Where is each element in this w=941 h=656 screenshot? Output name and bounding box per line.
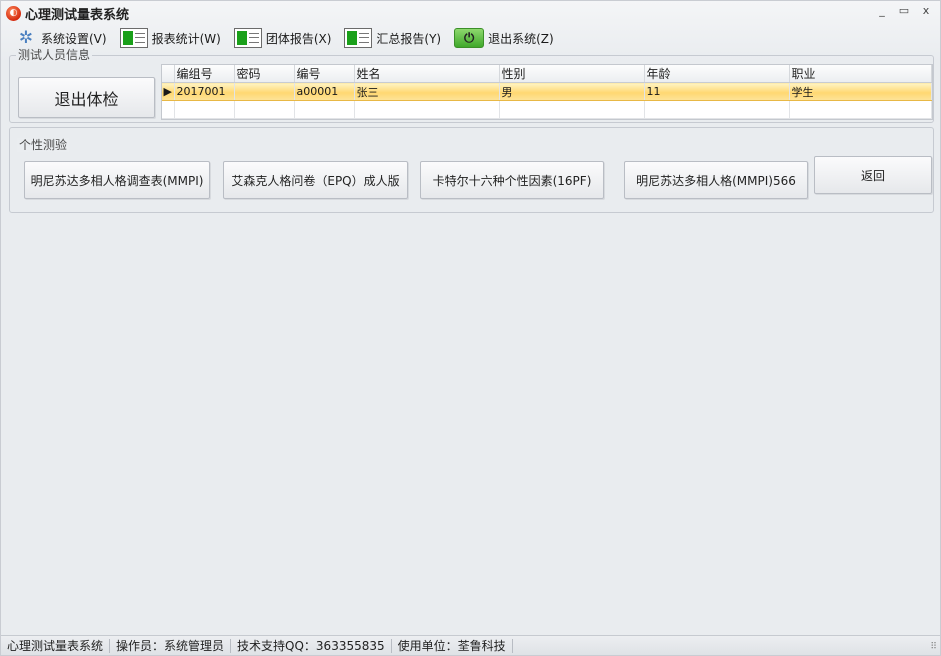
row-pointer-icon: ▶ (162, 82, 175, 101)
column-header[interactable]: 编号 (294, 65, 355, 83)
power-icon: ⏻ (454, 28, 485, 48)
window-controls: _ ▭ x (876, 5, 932, 17)
header-indicator (162, 65, 175, 83)
status-organization: 使用单位：荃鲁科技 (392, 638, 513, 653)
spreadsheet-icon (233, 28, 262, 48)
empty-cell (789, 100, 932, 119)
mmpi-566-test-button[interactable]: 明尼苏达多相人格(MMPI)566 (624, 161, 808, 199)
tester-table: 编组号 密码 编号 姓名 性别 年龄 职业 ▶ 2017001 a00001 张… (161, 64, 933, 120)
empty-cell (354, 100, 500, 119)
menu-label: 系统设置(V) (41, 31, 107, 46)
resize-grip-icon[interactable]: ⠿ (930, 642, 937, 652)
spreadsheet-icon (344, 28, 373, 48)
menu-label: 退出系统(Z) (488, 31, 554, 46)
menu-bar: ✲ 系统设置(V) 报表统计(W) 团体报告(X) 汇总报告(Y) ⏻ 退出系统… (1, 26, 940, 50)
cell-id[interactable]: a00001 (294, 82, 355, 101)
tester-info-legend: 测试人员信息 (16, 48, 93, 62)
status-app-name: 心理测试量表系统 (1, 638, 111, 653)
menu-label: 报表统计(W) (151, 31, 221, 46)
cell-group-no[interactable]: 2017001 (174, 82, 235, 101)
menu-summary-report[interactable]: 汇总报告(Y) (344, 28, 441, 48)
empty-cell (162, 100, 175, 119)
empty-cell (234, 100, 295, 119)
column-header[interactable]: 性别 (499, 65, 645, 83)
cell-age[interactable]: 11 (644, 82, 790, 101)
table-header: 编组号 密码 编号 姓名 性别 年龄 职业 (162, 65, 932, 83)
empty-cell (644, 100, 790, 119)
menu-group-report[interactable]: 团体报告(X) (233, 28, 332, 48)
mmpi-test-button[interactable]: 明尼苏达多相人格调查表(MMPI) (24, 161, 210, 199)
cell-gender[interactable]: 男 (499, 82, 645, 101)
empty-cell (499, 100, 645, 119)
cell-password[interactable] (234, 82, 295, 101)
menu-exit-system[interactable]: ⏻ 退出系统(Z) (454, 28, 554, 48)
empty-cell (294, 100, 355, 119)
spreadsheet-icon (119, 28, 148, 48)
status-operator: 操作员：系统管理员 (110, 638, 232, 653)
epq-test-button[interactable]: 艾森克人格问卷（EPQ）成人版 (223, 161, 408, 199)
menu-report-stats[interactable]: 报表统计(W) (119, 28, 221, 48)
menu-system-settings[interactable]: ✲ 系统设置(V) (15, 28, 107, 48)
window-title: 心理测试量表系统 (25, 7, 130, 23)
empty-cell (174, 100, 235, 119)
column-header[interactable]: 密码 (234, 65, 295, 83)
table-row[interactable]: ▶ 2017001 a00001 张三 男 11 学生 (162, 82, 932, 101)
status-bar: 心理测试量表系统 操作员：系统管理员 技术支持QQ：363355835 使用单位… (1, 635, 940, 655)
menu-label: 汇总报告(Y) (376, 31, 442, 46)
column-header[interactable]: 编组号 (174, 65, 235, 83)
cell-occupation[interactable]: 学生 (789, 82, 932, 101)
title-bar: ◐ 心理测试量表系统 _ ▭ x (1, 1, 940, 25)
gear-icon: ✲ (18, 28, 34, 48)
table-row-empty[interactable] (162, 100, 932, 119)
close-button[interactable]: x (920, 5, 932, 17)
maximize-button[interactable]: ▭ (898, 5, 910, 17)
app-logo-icon: ◐ (6, 5, 21, 21)
exit-exam-button[interactable]: 退出体检 (18, 77, 155, 118)
column-header[interactable]: 年龄 (644, 65, 790, 83)
column-header[interactable]: 姓名 (354, 65, 500, 83)
column-header[interactable]: 职业 (789, 65, 932, 83)
minimize-button[interactable]: _ (876, 5, 888, 17)
main-window: ◐ 心理测试量表系统 _ ▭ x ✲ 系统设置(V) 报表统计(W) 团体报告(… (0, 0, 941, 656)
menu-label: 团体报告(X) (265, 31, 332, 46)
personality-test-legend: 个性测验 (17, 138, 70, 152)
back-button[interactable]: 返回 (814, 156, 932, 194)
status-support: 技术支持QQ：363355835 (231, 638, 392, 653)
cell-name[interactable]: 张三 (354, 82, 500, 101)
16pf-test-button[interactable]: 卡特尔十六种个性因素(16PF) (420, 161, 604, 199)
